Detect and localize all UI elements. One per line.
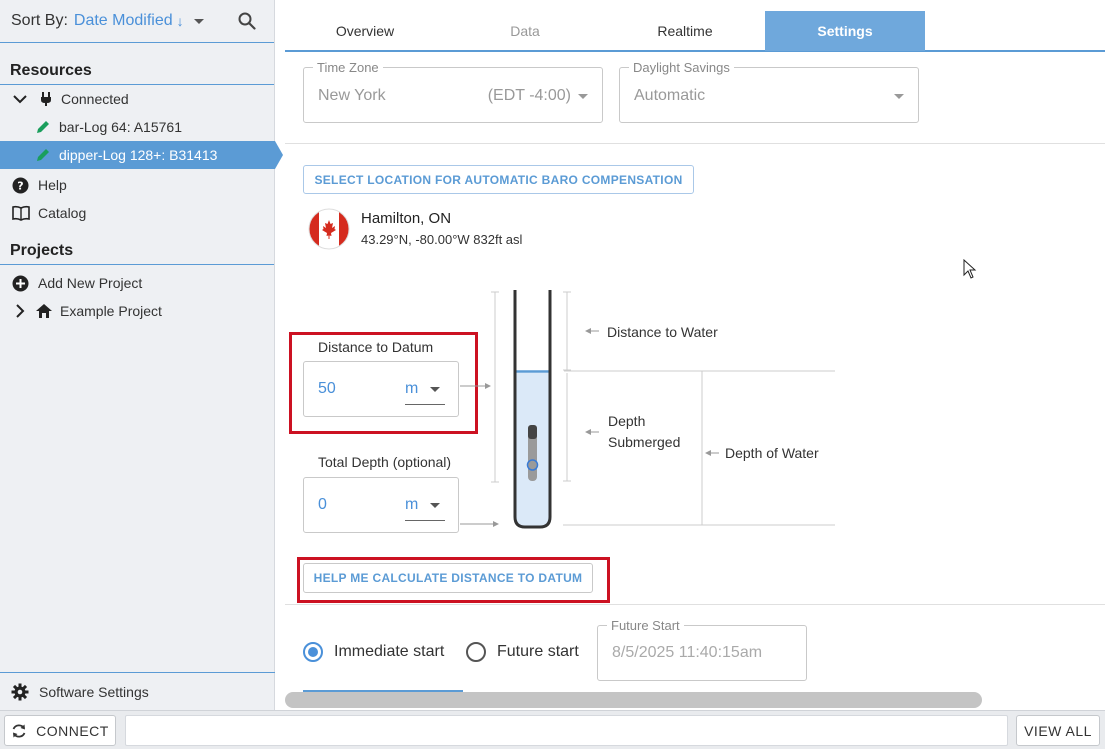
- horizontal-scrollbar[interactable]: [285, 692, 982, 708]
- depth-submerged-label-2: Submerged: [608, 434, 681, 450]
- gear-icon: [11, 683, 29, 700]
- help-calculate-distance-button[interactable]: HELP ME CALCULATE DISTANCE TO DATUM: [303, 563, 593, 593]
- daylight-savings-legend: Daylight Savings: [629, 60, 734, 75]
- sidebar: Sort By: Date Modified ↓ Resources Conne…: [0, 0, 283, 710]
- chevron-down-icon[interactable]: [12, 91, 28, 107]
- tab-realtime[interactable]: Realtime: [605, 11, 765, 51]
- pencil-icon: [37, 149, 49, 161]
- device-item-dipper-log[interactable]: dipper-Log 128+: B31413: [0, 141, 283, 169]
- unit-underline: [405, 404, 445, 405]
- future-start-field[interactable]: Future Start 8/5/2025 11:40:15am: [597, 618, 807, 681]
- project-item-example[interactable]: Example Project: [0, 297, 274, 325]
- software-settings-label: Software Settings: [39, 683, 149, 700]
- sidebar-item-catalog[interactable]: Catalog: [0, 199, 274, 227]
- device-label: bar-Log 64: A15761: [59, 119, 182, 135]
- tab-settings[interactable]: Settings: [765, 11, 925, 51]
- tab-overview[interactable]: Overview: [285, 11, 445, 51]
- time-zone-legend: Time Zone: [313, 60, 383, 75]
- distance-to-datum-field[interactable]: 50 m: [303, 361, 459, 417]
- distance-to-datum-unit-select[interactable]: m: [405, 380, 418, 398]
- location-coords: 43.29°N, -80.00°W 832ft asl: [361, 232, 523, 247]
- depth-of-water-label: Depth of Water: [725, 445, 819, 461]
- help-label: Help: [38, 177, 67, 193]
- connect-button[interactable]: CONNECT: [4, 715, 116, 746]
- immediate-start-radio[interactable]: [303, 642, 323, 662]
- total-depth-field[interactable]: 0 m: [303, 477, 459, 533]
- view-all-button[interactable]: VIEW ALL: [1016, 715, 1100, 746]
- example-project-label: Example Project: [60, 303, 162, 319]
- pencil-icon: [37, 121, 49, 133]
- catalog-label: Catalog: [38, 205, 87, 221]
- help-icon: ?: [12, 177, 29, 193]
- add-new-project-button[interactable]: Add New Project: [0, 269, 274, 297]
- daylight-savings-select[interactable]: Daylight Savings Automatic: [619, 60, 919, 123]
- projects-heading: Projects: [0, 237, 274, 265]
- canada-flag-icon: [308, 208, 350, 250]
- tab-bar: Overview Data Realtime Settings: [285, 11, 1105, 52]
- device-item-bar-log[interactable]: bar-Log 64: A15761: [0, 113, 274, 141]
- connected-group[interactable]: Connected: [0, 85, 274, 113]
- search-icon[interactable]: [238, 12, 256, 30]
- future-start-value: 8/5/2025 11:40:15am: [612, 644, 763, 661]
- device-label: dipper-Log 128+: B31413: [59, 147, 218, 163]
- sort-by-dropdown[interactable]: Date Modified: [74, 12, 173, 30]
- connect-label: CONNECT: [36, 722, 109, 739]
- home-icon: [36, 304, 52, 318]
- distance-to-datum-value[interactable]: 50: [318, 380, 336, 398]
- total-depth-unit-select[interactable]: m: [405, 496, 418, 514]
- location-name: Hamilton, ON: [361, 210, 452, 227]
- future-start-legend: Future Start: [607, 618, 684, 633]
- book-icon: [12, 205, 30, 221]
- sort-bar: Sort By: Date Modified ↓: [0, 0, 274, 43]
- mouse-cursor-icon: [963, 259, 977, 279]
- add-project-label: Add New Project: [38, 275, 143, 291]
- sidebar-item-help[interactable]: ? Help: [0, 171, 274, 199]
- sort-direction-icon[interactable]: ↓: [177, 13, 184, 29]
- well-diagram-brackets: [575, 328, 719, 526]
- chevron-right-icon[interactable]: [12, 303, 28, 319]
- distance-to-water-label: Distance to Water: [607, 324, 718, 340]
- plus-circle-icon: [12, 275, 29, 291]
- chevron-down-icon: [894, 94, 904, 99]
- future-start-radio[interactable]: [466, 642, 486, 662]
- status-field: [125, 715, 1008, 746]
- section-divider: [285, 143, 1105, 144]
- software-settings-button[interactable]: Software Settings: [0, 672, 275, 710]
- section-divider: [285, 604, 1105, 605]
- time-zone-offset: (EDT -4:00): [487, 87, 571, 104]
- total-depth-value[interactable]: 0: [318, 496, 327, 514]
- svg-text:?: ?: [17, 179, 23, 192]
- time-zone-select[interactable]: Time Zone New York (EDT -4:00): [303, 60, 603, 123]
- chevron-down-icon[interactable]: [193, 18, 204, 24]
- resources-heading: Resources: [0, 57, 274, 85]
- future-start-label[interactable]: Future start: [497, 643, 579, 661]
- chevron-down-icon[interactable]: [430, 387, 440, 392]
- chevron-down-icon: [578, 94, 588, 99]
- total-depth-label: Total Depth (optional): [318, 454, 452, 470]
- unit-underline: [405, 520, 445, 521]
- tab-data[interactable]: Data: [445, 11, 605, 51]
- daylight-savings-value: Automatic: [634, 87, 706, 104]
- connected-label: Connected: [61, 91, 129, 107]
- distance-to-datum-label: Distance to Datum: [318, 339, 434, 355]
- chevron-down-icon[interactable]: [430, 503, 440, 508]
- refresh-icon: [12, 723, 26, 738]
- main-panel: Overview Data Realtime Settings Time Zon…: [285, 0, 1105, 710]
- immediate-start-label[interactable]: Immediate start: [334, 643, 444, 661]
- depth-submerged-label-1: Depth: [608, 413, 646, 429]
- sort-by-label: Sort By:: [11, 12, 68, 29]
- time-zone-value: New York: [318, 87, 386, 104]
- bottom-bar: CONNECT VIEW ALL: [0, 710, 1105, 749]
- plug-icon: [41, 92, 51, 106]
- select-baro-location-button[interactable]: SELECT LOCATION FOR AUTOMATIC BARO COMPE…: [303, 165, 694, 194]
